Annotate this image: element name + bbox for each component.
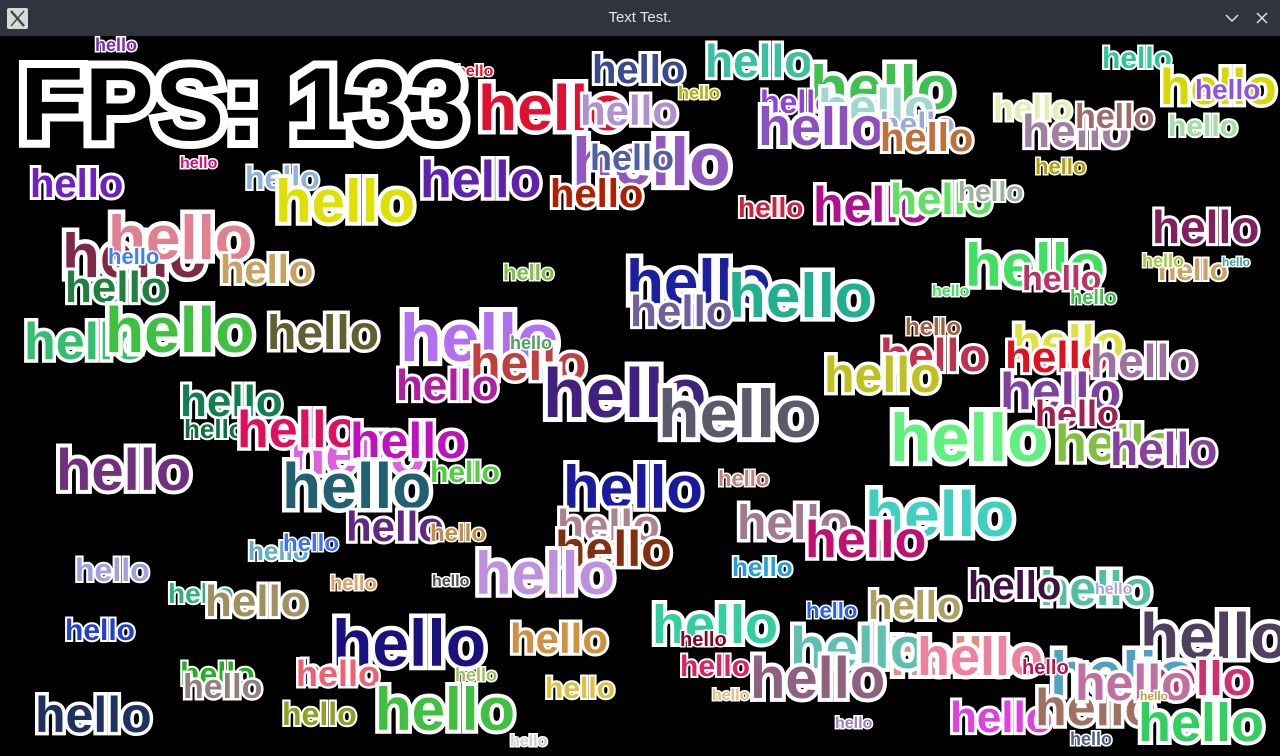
hello-text-sprite: hello	[754, 96, 888, 158]
hello-text-sprite: hello	[73, 552, 152, 588]
hello-text-sprite: hello	[833, 714, 873, 733]
window-title: Text Test.	[608, 9, 672, 26]
hello-text-sprite: hello	[736, 192, 805, 224]
hello-text-sprite: hello	[627, 287, 736, 337]
hello-text-sprite: hello	[547, 171, 646, 217]
hello-text-sprite: hello	[393, 361, 502, 411]
hello-text-sprite: hello	[903, 314, 962, 341]
hello-text-sprite: hello	[877, 115, 976, 161]
hello-text-sprite: hello	[52, 438, 195, 504]
hello-text-sprite: hello	[281, 530, 340, 557]
hello-text-sprite: hello	[956, 176, 1025, 208]
hello-text-sprite: hello	[1220, 255, 1251, 270]
minimize-button[interactable]	[1223, 9, 1241, 27]
hello-text-sprite: hello	[1021, 657, 1071, 680]
close-button[interactable]	[1253, 9, 1271, 27]
hello-text-sprite: hello	[202, 577, 311, 627]
hello-text-sprite: hello	[1134, 692, 1268, 754]
hello-text-sprite: hello	[32, 687, 156, 744]
hello-text-sprite: hello	[930, 282, 970, 301]
hello-text-sprite: hello	[271, 168, 419, 236]
close-icon	[1256, 12, 1268, 24]
hello-text-sprite: hello	[678, 650, 752, 684]
hello-text-sprite: hello	[428, 456, 502, 490]
hello-text-sprite: hello	[329, 573, 379, 596]
render-viewport[interactable]: hello hello hello hello hello hello hello hello…	[0, 36, 1280, 756]
hello-text-sprite: hello	[182, 414, 247, 444]
hello-text-sprite: hello	[263, 306, 382, 361]
hello-text-sprite: hello	[507, 615, 611, 663]
hello-text-sprite: hello	[821, 347, 945, 404]
hello-text-sprite: hello	[1166, 110, 1240, 144]
hello-text-sprite: hello	[865, 583, 964, 629]
hello-text-sprite: hello	[508, 732, 548, 751]
hello-text-sprite: hello	[1107, 423, 1220, 475]
hello-text-sprite: hello	[710, 686, 750, 705]
hello-text-sprite: hello	[217, 247, 316, 293]
hello-text-sprite: hello	[653, 375, 822, 453]
hello-text-sprite: hello	[430, 572, 470, 591]
hello-text-sprite: hello	[293, 653, 382, 694]
hello-text-sprite: hello	[280, 696, 359, 732]
hello-text-sprite: hello	[453, 665, 498, 686]
hello-text-sprite: hello	[804, 598, 858, 623]
hello-text-sprite: hello	[965, 563, 1064, 609]
hello-text-sprite: hello	[724, 261, 878, 332]
hello-text-sprite: hello	[1149, 201, 1262, 253]
hello-text-sprite: hello	[1072, 98, 1156, 137]
hello-text-sprite: hello	[1069, 287, 1119, 310]
hello-text-sprite: hello	[371, 676, 519, 744]
hello-text-sprite: hello	[679, 629, 729, 652]
fps-counter: FPS: 133	[12, 45, 474, 165]
hello-text-sprite: hello	[589, 47, 688, 93]
hello-text-sprite: hello	[746, 646, 889, 712]
hello-text-sprite: hello	[730, 552, 795, 582]
hello-text-sprite: hello	[1140, 251, 1185, 272]
hello-text-sprite: hello	[27, 161, 126, 207]
hello-text-sprite: hello	[676, 83, 721, 104]
hello-text-sprite: hello	[180, 668, 264, 707]
hello-text-sprite: hello	[885, 399, 1054, 477]
hello-text-sprite: hello	[1068, 729, 1113, 750]
hello-text-sprite: hello	[233, 401, 361, 460]
hello-text-sprite: hello	[1093, 580, 1133, 599]
hello-text-sprite: hello	[587, 137, 676, 178]
hello-text-sprite: hello	[63, 614, 137, 648]
hello-text-sprite: hello	[716, 466, 770, 491]
window-titlebar[interactable]: Text Test.	[0, 0, 1280, 36]
hello-text-sprite: hello	[1138, 689, 1169, 704]
hello-text-sprite: hello	[1033, 154, 1087, 179]
hello-text-sprite: hello	[543, 672, 617, 706]
hello-text-sprite: hello	[471, 540, 619, 608]
hello-text-sprite: hello	[501, 260, 555, 285]
hello-text-sprite: hello	[702, 36, 815, 87]
hello-text-sprite: hello	[100, 294, 258, 367]
hello-text-sprite: hello	[801, 511, 929, 570]
chevron-down-icon	[1225, 14, 1239, 23]
hello-text-sprite: hello	[1193, 74, 1262, 106]
hello-text-sprite: hello	[508, 333, 553, 354]
